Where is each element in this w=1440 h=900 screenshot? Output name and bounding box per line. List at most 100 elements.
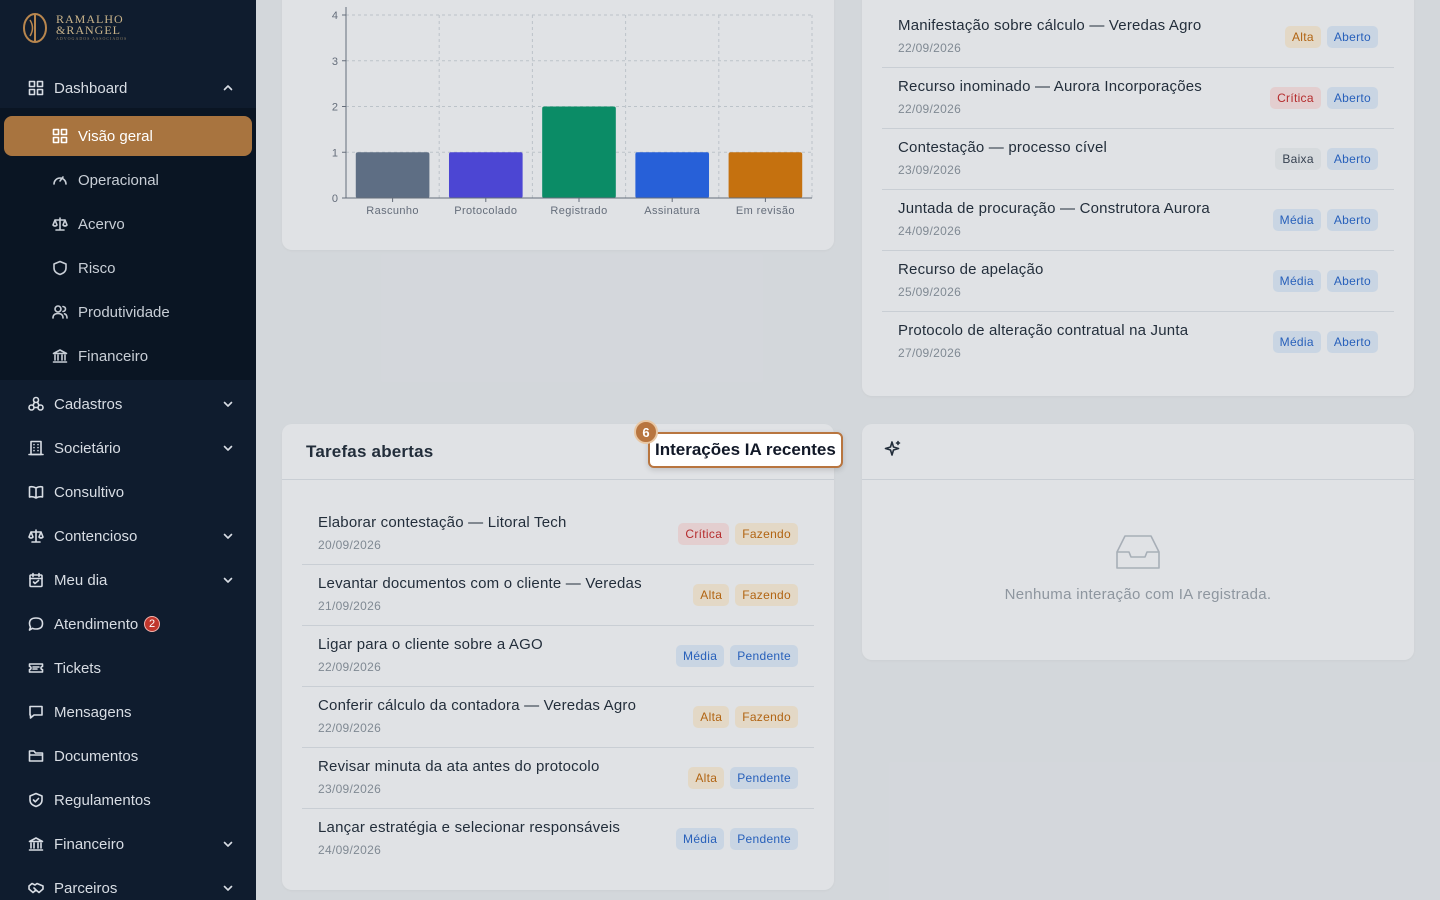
y-tick-label: 3 (332, 56, 338, 68)
priority-badge: Média (1272, 331, 1321, 353)
brand-text: RAMALHO &RANGEL ADVOGADOS ASSOCIADOS (56, 13, 128, 42)
status-bar-chart: 0 1 2 3 4 Rascunho Protocolado Registrado Assina… (332, 7, 813, 217)
list-item[interactable]: Conferir cálculo da contadora — Veredas … (302, 687, 814, 748)
priority-badge: Média (676, 645, 725, 667)
sidebar-subitem-financeiro[interactable]: Financeiro (0, 336, 256, 376)
sidebar-subitem-acervo[interactable]: Acervo (0, 204, 256, 244)
list-item[interactable]: Recurso de apelação 25/09/2026 Média Aberto (882, 251, 1394, 312)
x-tick-label: Em revisão (736, 205, 795, 217)
priority-badge: Média (1272, 209, 1321, 231)
network-icon (28, 396, 44, 411)
list-item[interactable]: Manifestação sobre cálculo — Veredas Agr… (882, 7, 1394, 68)
status-chart-card: 0 1 2 3 4 Rascunho Protocolado Registrado Assina… (282, 0, 834, 250)
list-item-tags: Alta Aberto (1284, 26, 1378, 48)
shield-check-icon (29, 792, 43, 808)
sidebar-item-documentos[interactable]: Documentos (0, 736, 256, 776)
sidebar-subitem-produtividade[interactable]: Produtividade (0, 292, 256, 332)
ia-title-highlight[interactable]: Interações IA recentes (648, 432, 843, 468)
list-item[interactable]: Contestação — processo cível 23/09/2026 Ba… (882, 129, 1394, 190)
x-tick-label: Registrado (550, 205, 607, 217)
list-item[interactable]: Elaborar contestação — Litoral Tech 20/09… (302, 504, 814, 565)
brand-logo[interactable]: RAMALHO &RANGEL ADVOGADOS ASSOCIADOS (22, 12, 127, 44)
list-item-title: Lançar estratégia e selecionar responsáv… (318, 819, 621, 836)
sidebar-item-contencioso[interactable]: Contencioso (0, 516, 256, 556)
sidebar-item-label: Meu dia (54, 571, 108, 589)
tour-step-badge: 6 (634, 420, 658, 444)
priority-badge: Média (676, 828, 725, 850)
list-item-date: 23/09/2026 (898, 163, 962, 177)
list-item-tags: Alta Pendente (688, 767, 798, 789)
logo-mark-icon (23, 13, 47, 43)
sidebar-subitem-risco[interactable]: Risco (0, 248, 256, 288)
list-item[interactable]: Revisar minuta da ata antes do protocolo… (302, 748, 814, 809)
list-item-title: Recurso de apelação (898, 261, 1044, 278)
sidebar-subitem-visao-geral[interactable]: Visão geral (4, 116, 252, 156)
list-item-date: 22/09/2026 (898, 41, 962, 55)
bar (635, 152, 710, 198)
sidebar-item-dashboard[interactable]: Dashboard (0, 68, 256, 108)
bar (355, 152, 430, 198)
sidebar-item-mensagens[interactable]: Mensagens (0, 692, 256, 732)
sidebar-item-regulamentos[interactable]: Regulamentos (0, 780, 256, 820)
list-item[interactable]: Protocolo de alteração contratual na Jun… (882, 312, 1394, 373)
x-tick-label: Protocolado (454, 205, 517, 217)
ia-card: Nenhuma interação com IA registrada. (862, 424, 1414, 660)
brand-tagline: ADVOGADOS ASSOCIADOS (56, 36, 128, 41)
sidebar-item-atendimento[interactable]: Atendimento 2 (0, 604, 256, 644)
list-item-title: Recurso inominado — Aurora Incorporações (898, 78, 1202, 95)
y-tick-label: 4 (332, 10, 338, 22)
list-item-title: Conferir cálculo da contadora — Veredas … (318, 697, 637, 714)
sidebar-item-cadastros[interactable]: Cadastros (0, 384, 256, 424)
tarefas-title: Tarefas abertas (306, 442, 434, 461)
gauge-icon (53, 176, 67, 185)
ia-header (862, 424, 1414, 480)
status-badge: Fazendo (735, 584, 798, 606)
sidebar-item-societario[interactable]: Societário (0, 428, 256, 468)
y-tick-label: 1 (332, 147, 338, 159)
sidebar-item-label: Parceiros (54, 879, 118, 897)
ticket-icon (28, 663, 44, 673)
inbox-icon (1116, 535, 1160, 569)
sidebar-item-label: Societário (54, 439, 121, 457)
status-badge: Pendente (730, 828, 798, 850)
sidebar-item-label: Contencioso (54, 527, 138, 545)
list-item-title: Elaborar contestação — Litoral Tech (318, 514, 567, 531)
list-item-title: Ligar para o cliente sobre a AGO (318, 636, 543, 653)
status-badge: Pendente (730, 767, 798, 789)
list-item[interactable]: Juntada de procuração — Construtora Auro… (882, 190, 1394, 251)
list-item-tags: Média Aberto (1272, 331, 1378, 353)
list-item-title: Levantar documentos com o cliente — Vere… (318, 575, 642, 592)
sidebar-item-parceiros[interactable]: Parceiros (0, 868, 256, 900)
users-icon (52, 305, 68, 319)
scale-icon (28, 529, 44, 543)
sidebar-item-consultivo[interactable]: Consultivo (0, 472, 256, 512)
list-item-title: Protocolo de alteração contratual na Jun… (898, 322, 1189, 339)
message-icon (29, 705, 43, 719)
priority-badge: Alta (693, 706, 730, 728)
status-badge: Fazendo (735, 706, 798, 728)
sidebar-item-financeiro[interactable]: Financeiro (0, 824, 256, 864)
sidebar-item-tickets[interactable]: Tickets (0, 648, 256, 688)
list-item[interactable]: Ligar para o cliente sobre a AGO 22/09/20… (302, 626, 814, 687)
sparkle-icon (884, 440, 901, 456)
sidebar-item-label: Tickets (54, 659, 101, 677)
y-tick-label: 2 (332, 102, 338, 114)
book-icon (28, 485, 44, 499)
list-item-title: Revisar minuta da ata antes do protocolo (318, 758, 600, 775)
y-tick-label: 0 (332, 193, 338, 205)
list-item-title: Juntada de procuração — Construtora Auro… (898, 200, 1210, 217)
sidebar-item-label: Mensagens (54, 703, 132, 721)
chevron-up-icon (223, 85, 233, 91)
list-item[interactable]: Recurso inominado — Aurora Incorporações… (882, 68, 1394, 129)
chevron-down-icon (223, 533, 233, 539)
list-item[interactable]: Lançar estratégia e selecionar responsáv… (302, 809, 814, 870)
sidebar-item-label: Regulamentos (54, 791, 151, 809)
sidebar-subitem-operacional[interactable]: Operacional (0, 160, 256, 200)
sidebar-subitem-label: Visão geral (78, 127, 153, 145)
list-item-date: 22/09/2026 (898, 102, 962, 116)
priority-badge: Alta (693, 584, 730, 606)
list-item[interactable]: Levantar documentos com o cliente — Vere… (302, 565, 814, 626)
sidebar-subitem-label: Operacional (78, 171, 159, 189)
prazos-card: Manifestação sobre cálculo — Veredas Agr… (862, 0, 1414, 396)
sidebar-item-meu-dia[interactable]: Meu dia (0, 560, 256, 600)
